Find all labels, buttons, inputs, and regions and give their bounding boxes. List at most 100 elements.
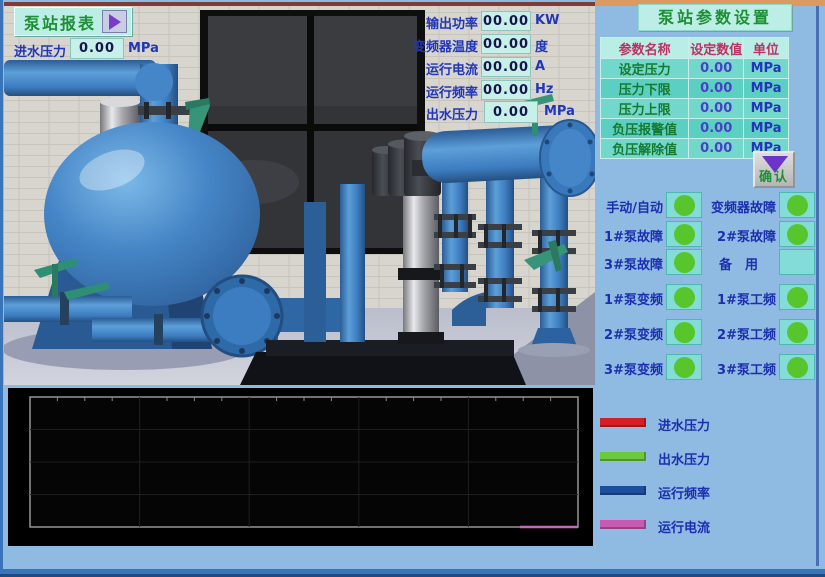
status-indicator-pump3-mains	[779, 354, 815, 380]
led-icon	[787, 357, 808, 378]
status-row: 3#泵变频 3#泵工频	[595, 354, 825, 381]
status-label: 1#泵变频	[595, 289, 663, 308]
status-indicator-pump2-vfd	[666, 319, 702, 345]
legend-swatch-inlet	[600, 418, 646, 427]
readout-label: 变频器温度	[334, 36, 478, 55]
led-icon	[674, 357, 695, 378]
param-row: 设定压力 0.00 MPa	[601, 59, 789, 79]
confirm-button[interactable]: 确认	[753, 151, 795, 188]
status-indicator-pump1-mains	[779, 284, 815, 310]
status-indicator-vfd-fault	[779, 192, 815, 218]
param-value-field[interactable]: 0.00	[689, 79, 744, 99]
readout-value: 00.00	[481, 80, 531, 100]
readout-unit: A	[535, 59, 545, 74]
readout-label: 运行频率	[334, 82, 478, 101]
led-icon	[787, 195, 808, 216]
readout-unit: KW	[535, 13, 559, 28]
trend-chart	[8, 388, 593, 546]
param-name: 压力上限	[601, 99, 689, 119]
param-unit: MPa	[744, 59, 789, 79]
status-indicator-spare	[779, 249, 815, 275]
led-icon	[674, 224, 695, 245]
param-row: 负压报警值 0.00 MPa	[601, 119, 789, 139]
legend-item: 出水压力	[595, 448, 825, 466]
readout-label: 输出功率	[334, 13, 478, 32]
status-label: 3#泵变频	[595, 359, 663, 378]
led-icon	[787, 287, 808, 308]
legend-swatch-current	[600, 520, 646, 529]
status-label: 1#泵工频	[701, 289, 776, 308]
inlet-pressure-label: 进水压力	[14, 41, 66, 60]
status-indicator-pump3-vfd	[666, 354, 702, 380]
status-indicator-pump1-vfd	[666, 284, 702, 310]
status-indicator-pump2-mains	[779, 319, 815, 345]
play-icon	[102, 10, 127, 33]
status-label: 变频器故障	[701, 197, 776, 216]
param-value-field[interactable]: 0.00	[689, 119, 744, 139]
status-label: 手动/自动	[591, 197, 663, 216]
readout-value: 00.00	[481, 57, 531, 77]
led-icon	[787, 322, 808, 343]
param-row: 压力上限 0.00 MPa	[601, 99, 789, 119]
param-row: 压力下限 0.00 MPa	[601, 79, 789, 99]
legend-label: 出水压力	[658, 449, 710, 468]
status-indicator-pump3-fault	[666, 249, 702, 275]
suction-pipe	[340, 184, 365, 342]
status-label: 2#泵工频	[701, 324, 776, 343]
param-header-unit: 单位	[744, 38, 789, 59]
inlet-pressure-unit: MPa	[128, 41, 159, 56]
status-label: 1#泵故障	[595, 226, 663, 245]
confirm-button-label: 确认	[759, 166, 789, 185]
param-value-field[interactable]: 0.00	[689, 99, 744, 119]
status-row: 1#泵故障 2#泵故障	[595, 221, 825, 248]
readout-unit: Hz	[535, 82, 553, 97]
status-row: 2#泵变频 2#泵工频	[595, 319, 825, 346]
legend-label: 运行电流	[658, 517, 710, 536]
status-row: 1#泵变频 1#泵工频	[595, 284, 825, 311]
outlet-pressure-value: 0.00	[484, 101, 538, 123]
param-name: 负压报警值	[601, 119, 689, 139]
param-header-name: 参数名称	[601, 38, 689, 59]
status-row: 手动/自动 变频器故障	[595, 192, 825, 219]
left-edge	[0, 0, 3, 577]
param-value-field[interactable]: 0.00	[689, 59, 744, 79]
legend-item: 进水压力	[595, 414, 825, 432]
trend-chart-plot	[8, 388, 593, 546]
legend-label: 进水压力	[658, 415, 710, 434]
param-unit: MPa	[744, 99, 789, 119]
settings-panel-title: 泵站参数设置	[638, 4, 792, 31]
ceiling-strip	[4, 2, 595, 6]
legend-swatch-outlet	[600, 452, 646, 461]
status-indicator-pump1-fault	[666, 221, 702, 247]
param-name: 设定压力	[601, 59, 689, 79]
readout-value: 00.00	[481, 11, 531, 31]
inlet-pressure-value: 0.00	[70, 38, 124, 59]
param-value-field[interactable]: 0.00	[689, 139, 744, 159]
readout-value: 00.00	[481, 34, 531, 54]
outlet-pressure-label: 出水压力	[342, 104, 478, 123]
status-row: 3#泵故障 备 用	[595, 249, 825, 276]
status-label: 3#泵故障	[595, 254, 663, 273]
param-name: 负压解除值	[601, 139, 689, 159]
status-label: 2#泵故障	[701, 226, 776, 245]
status-indicator-pump2-fault	[779, 221, 815, 247]
led-icon	[787, 224, 808, 245]
status-label: 备 用	[701, 254, 776, 273]
led-icon	[674, 195, 695, 216]
outlet-pressure-unit: MPa	[544, 104, 575, 119]
param-name: 压力下限	[601, 79, 689, 99]
parameter-table: 参数名称 设定数值 单位 设定压力 0.00 MPa 压力下限 0.00 MPa…	[600, 37, 789, 159]
readout-unit: 度	[535, 36, 548, 55]
param-unit: MPa	[744, 79, 789, 99]
led-icon	[674, 287, 695, 308]
led-icon	[674, 322, 695, 343]
hmi-screen: 泵站报表 进水压力 0.00 MPa 输出功率 00.00 KW 变频器温度 0…	[0, 0, 825, 577]
param-header-value: 设定数值	[689, 38, 744, 59]
pump-skid	[240, 352, 526, 385]
pump-station-scene: 泵站报表 进水压力 0.00 MPa 输出功率 00.00 KW 变频器温度 0…	[4, 2, 595, 385]
report-button-label: 泵站报表	[24, 10, 96, 34]
legend-item: 运行频率	[595, 482, 825, 500]
status-indicator-manual-auto	[666, 192, 702, 218]
report-button[interactable]: 泵站报表	[14, 7, 132, 36]
legend-item: 运行电流	[595, 516, 825, 534]
